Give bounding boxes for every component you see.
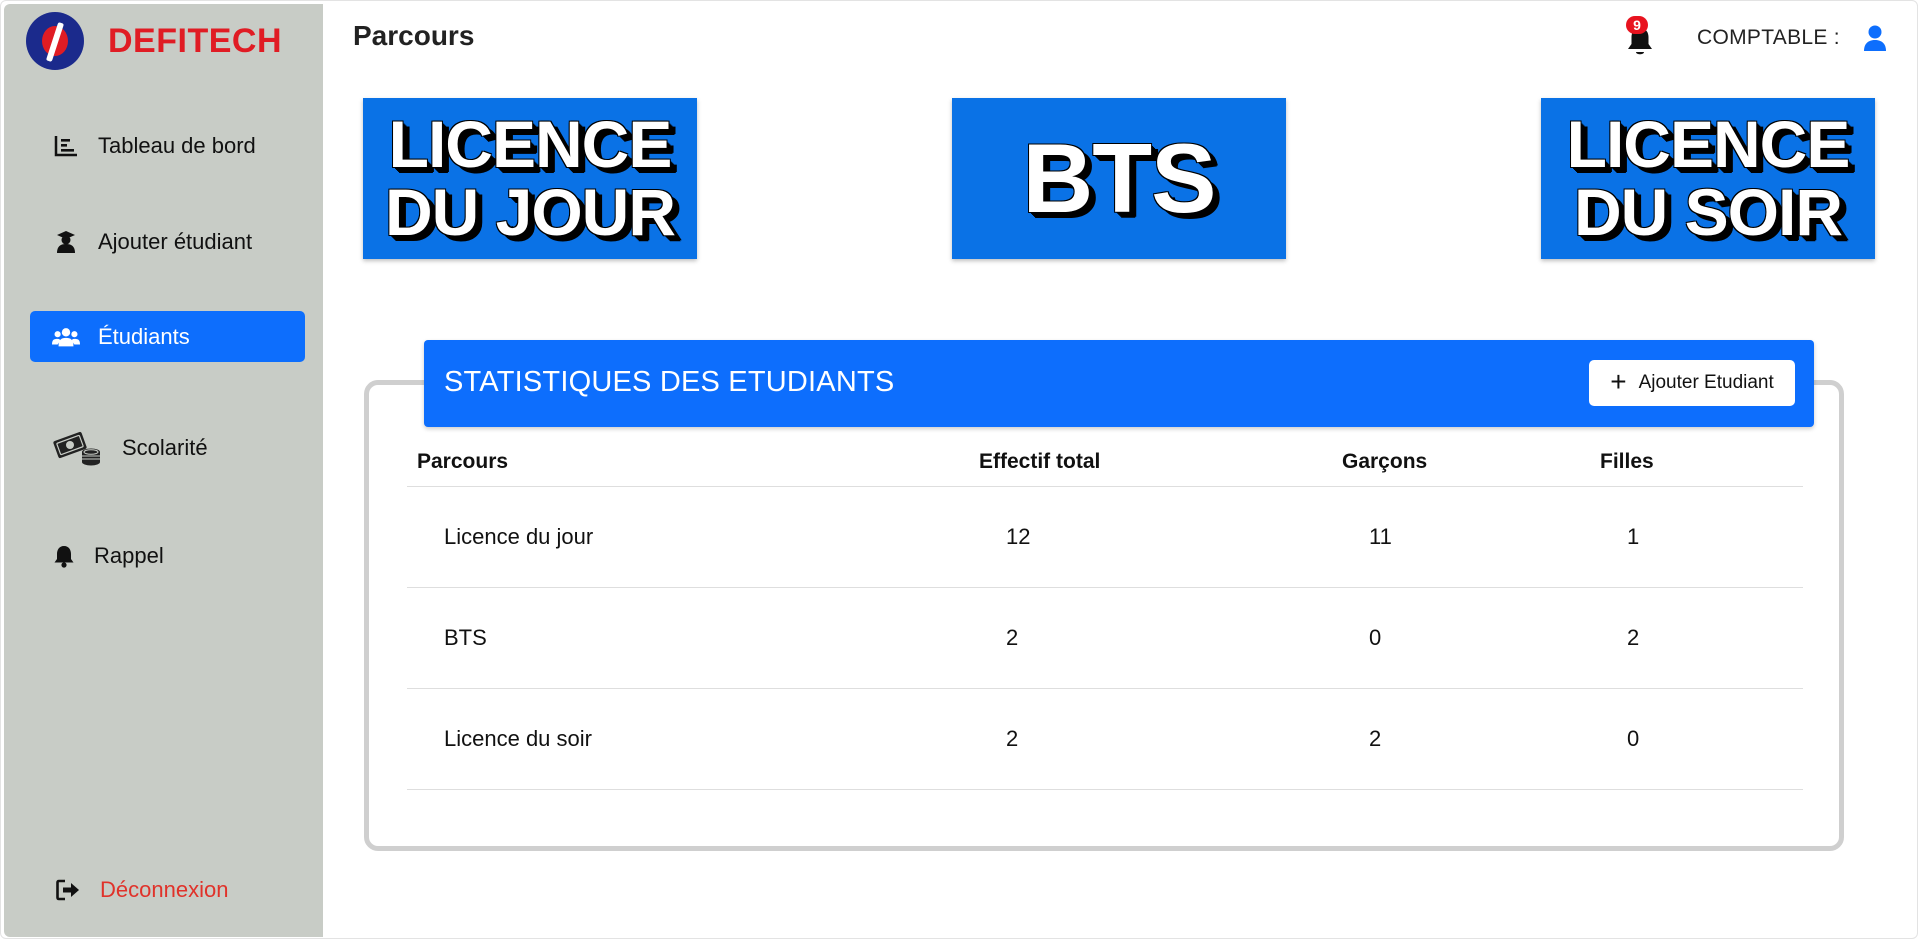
column-header-parcours: Parcours: [417, 450, 509, 473]
cell-filles: 0: [1627, 726, 1640, 751]
sidebar-item-label: Tableau de bord: [98, 132, 256, 158]
cell-parcours: BTS: [444, 625, 487, 650]
sidebar-item-rappel[interactable]: Rappel: [30, 530, 305, 581]
add-student-label: Ajouter Etudiant: [1638, 372, 1774, 393]
table-divider: [407, 486, 1803, 487]
sidebar-item-etudiants[interactable]: Étudiants: [30, 311, 305, 362]
brand[interactable]: DEFITECH: [26, 12, 282, 70]
add-student-button[interactable]: + Ajouter Etudiant: [1589, 360, 1795, 406]
logout-icon: [54, 876, 82, 904]
sidebar-item-ajouter-etudiant[interactable]: Ajouter étudiant: [30, 216, 305, 267]
logout-button[interactable]: Déconnexion: [30, 864, 305, 915]
sidebar-item-label: Scolarité: [122, 434, 208, 460]
tile-line: LICENCE: [388, 107, 673, 182]
user-role-label: COMPTABLE :: [1697, 26, 1840, 49]
page-title: Parcours: [353, 20, 475, 51]
stats-card-header: STATISTIQUES DES ETUDIANTS + Ajouter Etu…: [424, 340, 1814, 427]
cell-garcons: 2: [1369, 726, 1382, 751]
sidebar: DEFITECH Tableau de bord Ajouter étudian…: [4, 4, 323, 937]
sidebar-item-label: Ajouter étudiant: [98, 228, 253, 254]
sidebar-item-scolarite[interactable]: Scolarité: [30, 422, 305, 473]
sidebar-item-label: Rappel: [94, 542, 164, 568]
tile-line: DU JOUR: [384, 174, 676, 249]
graduate-icon: [52, 228, 80, 256]
logout-label: Déconnexion: [100, 876, 229, 902]
brand-name: DEFITECH: [108, 21, 282, 60]
money-icon: [52, 431, 104, 465]
cell-garcons: 11: [1369, 524, 1392, 549]
table-divider: [407, 789, 1803, 790]
plus-icon: +: [1610, 365, 1627, 397]
column-header-garcons: Garçons: [1342, 450, 1428, 473]
tile-licence-du-soir[interactable]: LICENCE DU SOIR: [1541, 98, 1875, 259]
cell-parcours: Licence du jour: [444, 524, 594, 549]
users-icon: [52, 323, 80, 351]
column-header-effectif-total: Effectif total: [979, 450, 1101, 473]
tile-line: DU SOIR: [1573, 174, 1843, 249]
table-divider: [407, 688, 1803, 689]
sidebar-item-label: Étudiants: [98, 323, 190, 349]
tile-licence-du-jour[interactable]: LICENCE DU JOUR: [363, 98, 697, 259]
cell-filles: 1: [1627, 524, 1640, 549]
user-icon[interactable]: [1862, 24, 1888, 52]
tile-bts[interactable]: BTS: [952, 98, 1286, 259]
cell-filles: 2: [1627, 625, 1640, 650]
brand-logo-icon: [26, 12, 84, 70]
cell-garcons: 0: [1369, 625, 1382, 650]
cell-total: 2: [1006, 726, 1019, 751]
cell-parcours: Licence du soir: [444, 726, 592, 751]
chart-icon: [52, 132, 80, 160]
cell-total: 2: [1006, 625, 1019, 650]
table-divider: [407, 587, 1803, 588]
cell-total: 12: [1006, 524, 1031, 549]
tile-line: LICENCE: [1566, 107, 1851, 182]
bell-icon: [50, 542, 78, 570]
sidebar-item-tableau-de-bord[interactable]: Tableau de bord: [30, 120, 305, 171]
notification-count-badge: 9: [1626, 16, 1648, 34]
stats-title: STATISTIQUES DES ETUDIANTS: [444, 366, 895, 398]
tile-line: BTS: [1022, 122, 1217, 233]
column-header-filles: Filles: [1600, 450, 1654, 473]
